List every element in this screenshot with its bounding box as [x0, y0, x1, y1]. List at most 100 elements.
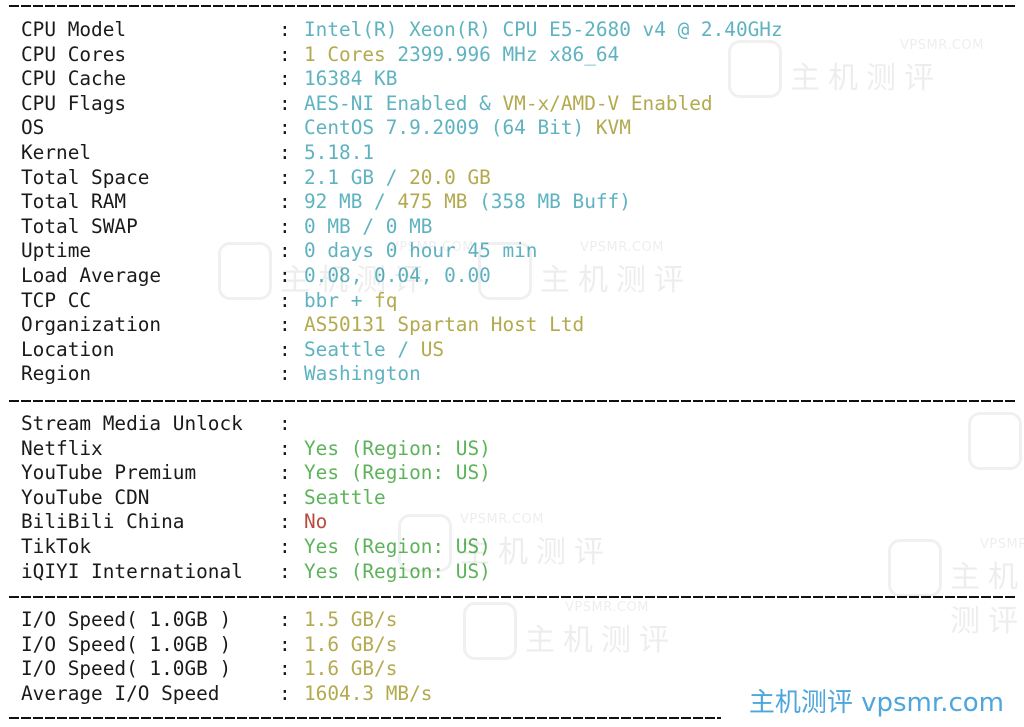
colon-separator: : — [279, 313, 291, 337]
colon-separator: : — [279, 67, 291, 91]
info-value: 5.18.1 — [304, 141, 374, 166]
io-label: Average I/O Speed — [21, 681, 220, 705]
info-value: 16384 KB — [304, 67, 397, 92]
info-value-part: Seattle / — [304, 337, 421, 361]
stream-status-value: Yes (Region: US) — [304, 461, 491, 485]
info-label: Uptime — [21, 239, 92, 263]
info-label: CPU Model — [21, 18, 127, 41]
colon-separator: : — [279, 362, 291, 386]
colon-separator: : — [279, 461, 291, 485]
info-value-part: 1 Cores — [304, 42, 386, 66]
info-value-part: bbr + — [304, 288, 375, 312]
colon-separator: : — [279, 190, 291, 214]
info-value-part: (358 MB Buff) — [467, 190, 631, 214]
info-value: Intel(R) Xeon(R) CPU E5-2680 v4 @ 2.40GH… — [304, 18, 783, 43]
colon-separator: : — [279, 264, 291, 287]
colon-separator: : — [279, 608, 291, 631]
colon-separator: : — [279, 535, 291, 558]
stream-status-value: No — [304, 510, 328, 534]
info-value-part: AES-NI Enabled & — [304, 91, 503, 115]
colon-separator: : — [279, 239, 291, 263]
io-label: I/O Speed( 1.0GB ) — [21, 608, 232, 631]
colon-separator: : — [279, 214, 291, 238]
stream-service-label: Netflix — [21, 436, 103, 460]
info-label: CPU Cores — [21, 42, 127, 66]
info-value-part: AS50131 Spartan Host Ltd — [304, 313, 585, 337]
info-label: Load Average — [21, 264, 162, 287]
info-value: bbr + fq — [304, 289, 397, 314]
info-value: 1 Cores 2399.996 MHz x86_64 — [304, 43, 619, 68]
info-value: 0.08, 0.04, 0.00 — [304, 264, 491, 289]
info-value-part: 0 MB / 0 MB — [304, 214, 433, 238]
info-label: OS — [21, 116, 45, 140]
info-value-part: Washington — [304, 362, 421, 386]
info-value-part: 0.08, 0.04, 0.00 — [304, 264, 491, 287]
info-label: Organization — [21, 313, 162, 337]
stream-service-label: BiliBili China — [21, 510, 185, 534]
info-value-part: fq — [374, 288, 398, 312]
colon-separator: : — [279, 18, 291, 41]
info-value: CentOS 7.9.2009 (64 Bit) KVM — [304, 116, 631, 141]
colon-separator: : — [279, 165, 291, 189]
info-label: TCP CC — [21, 288, 92, 312]
io-value: 1.6 GB/s — [304, 632, 398, 656]
info-value-part: KVM — [595, 116, 631, 140]
info-value-part: 2399.996 MHz x86_64 — [385, 42, 620, 66]
info-label: Kernel — [21, 141, 92, 164]
info-value-part: CentOS 7.9.2009 (64 Bit) — [304, 116, 596, 140]
stream-service-label: TikTok — [21, 535, 92, 558]
info-label: Total SWAP — [21, 214, 138, 238]
info-value-part: VM-x/AMD-V Enabled — [502, 91, 713, 115]
info-value: AS50131 Spartan Host Ltd — [304, 313, 584, 338]
colon-separator: : — [279, 91, 291, 115]
stream-status-value: Seattle — [304, 485, 386, 509]
info-label: Total RAM — [21, 190, 127, 214]
stream-status-value: Yes (Region: US) — [304, 559, 491, 583]
info-label: Region — [21, 362, 92, 386]
io-value: 1604.3 MB/s — [304, 681, 433, 705]
colon-separator: : — [279, 141, 291, 164]
colon-separator: : — [279, 632, 291, 656]
stream-service-label: iQIYI International — [21, 559, 243, 583]
stream-status-value: Yes (Region: US) — [304, 535, 491, 558]
info-label: CPU Cache — [21, 67, 127, 91]
info-value-part: 475 MB — [397, 190, 468, 214]
separator-io — [9, 596, 1015, 598]
info-value-part: US — [420, 337, 445, 361]
separator-stream — [9, 400, 1015, 402]
separator-top — [9, 5, 1015, 7]
info-label: Total Space — [21, 165, 150, 189]
colon-separator: : — [279, 485, 291, 509]
colon-separator: : — [279, 42, 291, 66]
info-value: Washington — [304, 362, 421, 387]
colon-separator: : — [279, 337, 291, 361]
info-value: 0 days 0 hour 45 min — [304, 239, 537, 264]
info-value: 0 MB / 0 MB — [304, 215, 432, 240]
colon-separator: : — [279, 436, 291, 460]
stream-service-label: YouTube Premium — [21, 461, 197, 485]
terminal-output: CPU Model: Intel(R) Xeon(R) CPU E5-2680 v… — [0, 0, 1024, 727]
info-value: Seattle / US — [304, 338, 444, 363]
info-value: 2.1 GB / 20.0 GB — [304, 166, 491, 191]
colon-separator: : — [279, 288, 291, 312]
info-label: Location — [21, 337, 115, 361]
info-value-part: Intel(R) Xeon(R) CPU E5-2680 v4 @ 2.40GH… — [304, 18, 783, 41]
info-label: CPU Flags — [21, 91, 127, 115]
io-label: I/O Speed( 1.0GB ) — [21, 632, 232, 656]
colon-separator: : — [279, 510, 291, 534]
io-value: 1.6 GB/s — [304, 657, 398, 681]
io-value: 1.5 GB/s — [304, 608, 398, 631]
info-value-part: 5.18.1 — [304, 141, 375, 164]
info-value-part: 92 MB / — [304, 190, 398, 214]
separator-bottom — [9, 717, 721, 719]
colon-separator: : — [279, 657, 291, 681]
brand-watermark: 主机测评 vpsmr.com — [748, 688, 1004, 718]
stream-header-label: Stream Media Unlock — [21, 412, 243, 435]
stream-service-label: YouTube CDN — [21, 485, 150, 509]
info-value: 92 MB / 475 MB (358 MB Buff) — [304, 190, 631, 215]
colon-separator: : — [279, 412, 291, 435]
io-label: I/O Speed( 1.0GB ) — [21, 657, 232, 681]
colon-separator: : — [279, 116, 291, 140]
info-value-part: 20.0 GB — [409, 165, 491, 189]
info-value: AES-NI Enabled & VM-x/AMD-V Enabled — [304, 92, 713, 117]
